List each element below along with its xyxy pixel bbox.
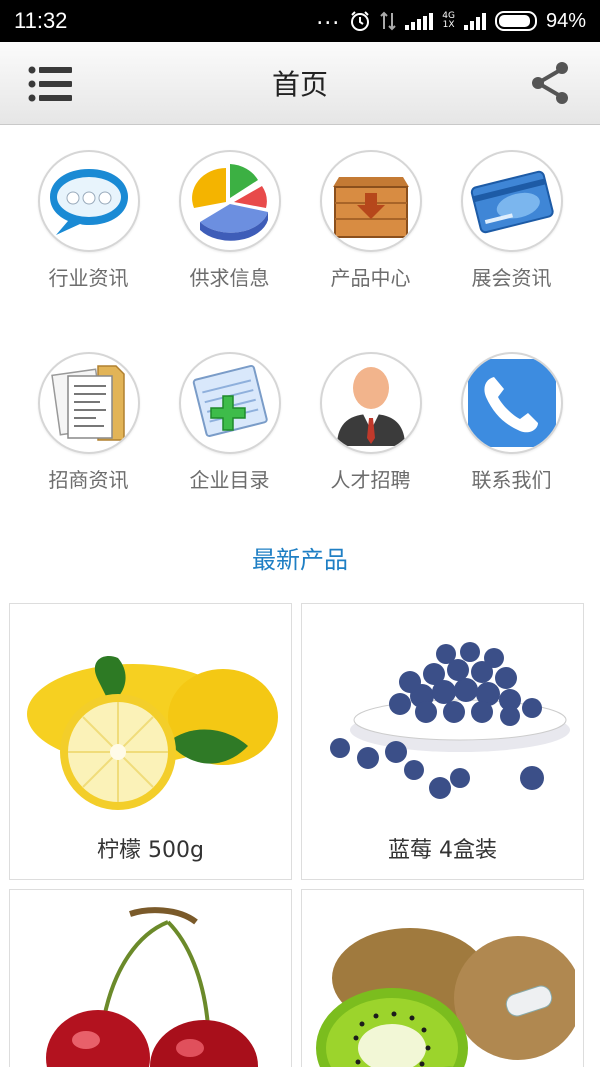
grid-item-recruitment[interactable]: 人才招聘 bbox=[300, 352, 441, 493]
battery-icon bbox=[494, 11, 537, 31]
grid-item-industry-news[interactable]: 行业资讯 bbox=[18, 150, 159, 291]
top-app-bar: 首页 bbox=[0, 42, 600, 125]
grid-item-contact-us[interactable]: 联系我们 bbox=[441, 352, 582, 493]
app-screen: { "status_bar": { "time": "11:32", "dots… bbox=[0, 0, 600, 1067]
status-time: 11:32 bbox=[14, 8, 68, 33]
wifi-signal-icon bbox=[463, 12, 486, 30]
section-title-latest-products: 最新产品 bbox=[252, 546, 348, 574]
product-card[interactable] bbox=[301, 889, 584, 1067]
page-title: 首页 bbox=[271, 68, 328, 101]
alarm-icon bbox=[351, 11, 370, 31]
grid-item-label: 供求信息 bbox=[189, 266, 270, 290]
grid-item-label: 行业资讯 bbox=[48, 266, 129, 290]
grid-item-label: 联系我们 bbox=[471, 468, 552, 492]
menu-icon[interactable] bbox=[28, 64, 74, 104]
lemon-image bbox=[27, 656, 278, 810]
chat-bubble-icon bbox=[49, 169, 128, 235]
product-card[interactable]: 蓝莓 4盒装 bbox=[301, 603, 584, 880]
product-name: 蓝莓 4盒装 bbox=[388, 838, 497, 863]
grid-item-company-directory[interactable]: 企业目录 bbox=[159, 352, 300, 493]
grid-item-supply-demand[interactable]: 供求信息 bbox=[159, 150, 300, 291]
box-icon bbox=[332, 177, 409, 238]
grid-item-exhibition-news[interactable]: 展会资讯 bbox=[441, 150, 582, 291]
person-icon bbox=[336, 367, 405, 446]
product-name: 柠檬 500g bbox=[97, 838, 204, 863]
pie-chart-icon bbox=[191, 164, 268, 241]
grid-item-label: 产品中心 bbox=[330, 266, 411, 290]
grid-item-label: 企业目录 bbox=[189, 468, 270, 492]
notification-dots: ... bbox=[316, 4, 341, 30]
grid-item-investment-news[interactable]: 招商资讯 bbox=[18, 352, 159, 493]
grid-item-label: 招商资讯 bbox=[48, 468, 129, 492]
kiwi-image bbox=[316, 928, 575, 1067]
network-type: 4G 1X bbox=[442, 11, 455, 30]
phone-icon bbox=[467, 359, 556, 447]
status-bar: 11:32 ... 4G 1X 94% bbox=[0, 0, 600, 42]
grid-item-product-center[interactable]: 产品中心 bbox=[300, 150, 441, 291]
cherries-image bbox=[46, 907, 258, 1067]
data-transfer-icon bbox=[380, 11, 396, 31]
status-icons: ... 4G 1X 94% bbox=[316, 5, 586, 33]
share-icon[interactable] bbox=[528, 60, 572, 106]
product-card[interactable]: 柠檬 500g bbox=[9, 603, 292, 880]
signal-strength-icon bbox=[405, 12, 434, 30]
blueberries-image bbox=[330, 642, 570, 799]
card-icon bbox=[470, 170, 554, 234]
documents-icon bbox=[50, 365, 125, 441]
grid-item-label: 展会资讯 bbox=[471, 266, 552, 290]
notepad-add-icon bbox=[192, 364, 268, 437]
product-card[interactable] bbox=[9, 889, 292, 1067]
battery-percent: 94% bbox=[545, 9, 586, 32]
grid-item-label: 人才招聘 bbox=[330, 468, 411, 492]
